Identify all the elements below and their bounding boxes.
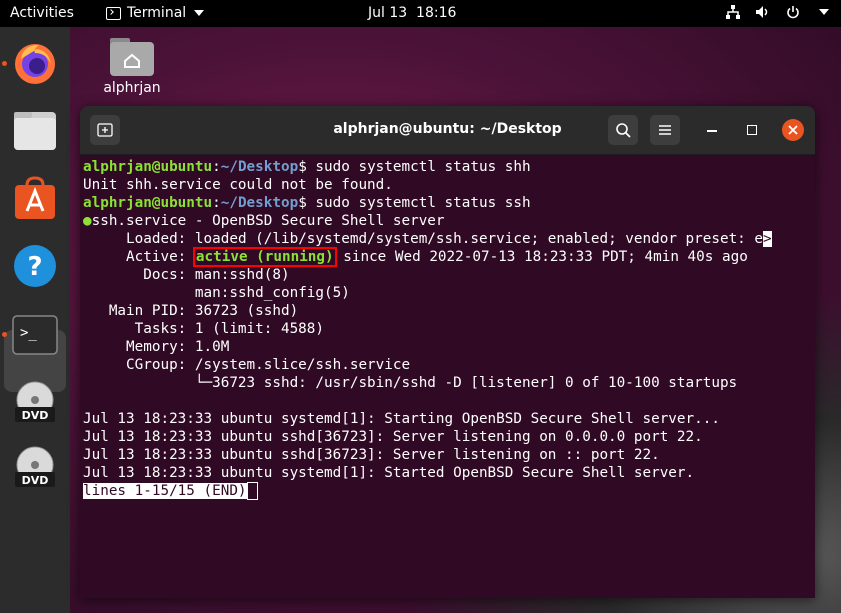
pager-status-line: lines 1-15/15 (END)	[83, 482, 805, 500]
active-line: Active: active (running) since Wed 2022-…	[83, 247, 805, 267]
service-header-line: ●ssh.service - OpenBSD Secure Shell serv…	[83, 212, 805, 230]
main-pid-line: Main PID: 36723 (sshd)	[83, 303, 299, 319]
loaded-label: Loaded:	[83, 231, 195, 247]
log-line: Jul 13 18:23:33 ubuntu systemd[1]: Start…	[83, 411, 720, 427]
menu-button[interactable]	[650, 115, 680, 145]
power-icon[interactable]	[785, 4, 801, 20]
home-folder-icon[interactable]	[104, 36, 160, 82]
prompt-user: alphrjan@ubuntu	[83, 195, 213, 211]
prompt-sep: :	[212, 195, 221, 211]
cgroup-child-line: └─36723 sshd: /usr/sbin/sshd -D [listene…	[83, 375, 738, 391]
status-dot-icon: ●	[83, 213, 92, 229]
overflow-marker: >	[763, 231, 772, 247]
prompt-dollar: $	[298, 195, 307, 211]
prompt-path: ~/Desktop	[220, 195, 299, 211]
system-tray[interactable]	[725, 4, 831, 20]
software-icon[interactable]	[9, 172, 61, 224]
maximize-button[interactable]	[747, 125, 757, 135]
clock[interactable]: Jul 13 18:16	[368, 5, 456, 21]
docs-label: Docs:	[83, 267, 195, 283]
minimize-button[interactable]	[707, 130, 717, 132]
svg-text:DVD: DVD	[22, 409, 49, 422]
running-indicator	[2, 61, 7, 66]
dvd-icon[interactable]: DVD	[9, 442, 61, 494]
command-text: sudo systemctl status ssh	[306, 195, 531, 211]
service-title: ssh.service - OpenBSD Secure Shell serve…	[91, 213, 445, 229]
volume-icon[interactable]	[755, 4, 771, 20]
pager-status: lines 1-15/15 (END)	[83, 483, 247, 499]
prompt-user: alphrjan@ubuntu	[83, 159, 213, 175]
files-icon[interactable]	[9, 104, 61, 156]
window-header[interactable]: alphrjan@ubuntu: ~/Desktop	[80, 106, 815, 155]
active-label: Active:	[83, 249, 195, 265]
log-line: Jul 13 18:23:33 ubuntu systemd[1]: Start…	[83, 465, 695, 481]
prompt-path: ~/Desktop	[220, 159, 299, 175]
svg-text:>_: >_	[20, 325, 37, 341]
active-status-highlight: active (running)	[192, 247, 337, 267]
window-title: alphrjan@ubuntu: ~/Desktop	[333, 121, 562, 137]
terminal-output[interactable]: alphrjan@ubuntu:~/Desktop$ sudo systemct…	[83, 158, 805, 598]
log-line: Jul 13 18:23:33 ubuntu sshd[36723]: Serv…	[83, 429, 703, 445]
terminal-icon	[106, 6, 121, 20]
app-menu-label: Terminal	[127, 5, 187, 21]
loaded-line: Loaded: loaded (/lib/systemd/system/ssh.…	[83, 230, 805, 248]
log-line: Jul 13 18:23:33 ubuntu sshd[36723]: Serv…	[83, 447, 660, 463]
docs-value: man:sshd(8)	[194, 267, 290, 283]
home-folder-label[interactable]: alphrjan	[98, 80, 166, 96]
cgroup-line: CGroup: /system.slice/ssh.service	[83, 357, 411, 373]
search-button[interactable]	[608, 115, 638, 145]
terminal-icon[interactable]: >_	[9, 309, 61, 361]
svg-text:DVD: DVD	[22, 474, 49, 487]
running-indicator	[2, 332, 7, 337]
app-menu[interactable]: Terminal	[106, 5, 205, 21]
help-icon[interactable]: ?	[9, 240, 61, 292]
top-bar: Activities Terminal Jul 13 18:16	[0, 0, 841, 27]
prompt-dollar: $	[298, 159, 307, 175]
command-text: sudo systemctl status shh	[306, 159, 531, 175]
prompt-line: alphrjan@ubuntu:~/Desktop$ sudo systemct…	[83, 158, 805, 176]
prompt-line: alphrjan@ubuntu:~/Desktop$ sudo systemct…	[83, 194, 805, 212]
docs-value: man:sshd_config(5)	[194, 285, 350, 301]
docs-line: man:sshd_config(5)	[83, 284, 805, 302]
output-line: Unit shh.service could not be found.	[83, 177, 393, 193]
loaded-value: loaded (/lib/systemd/system/ssh.service;…	[194, 231, 763, 247]
cursor	[246, 482, 258, 500]
tasks-line: Tasks: 1 (limit: 4588)	[83, 321, 325, 337]
firefox-icon[interactable]	[9, 37, 61, 89]
network-icon[interactable]	[725, 4, 741, 20]
terminal-window[interactable]: alphrjan@ubuntu: ~/Desktop alphrjan@ubun…	[80, 106, 815, 598]
prompt-sep: :	[212, 159, 221, 175]
dvd-icon[interactable]: DVD	[9, 377, 61, 429]
activities-button[interactable]: Activities	[10, 5, 74, 21]
close-button[interactable]	[782, 119, 804, 141]
chevron-down-icon	[194, 10, 205, 16]
svg-text:?: ?	[27, 252, 42, 282]
memory-line: Memory: 1.0M	[83, 339, 230, 355]
docs-line: Docs: man:sshd(8)	[83, 266, 805, 284]
active-since: since Wed 2022-07-13 18:23:33 PDT; 4min …	[334, 249, 748, 265]
chevron-down-icon[interactable]	[815, 4, 831, 20]
dock: ? >_ DVD DVD	[0, 27, 70, 613]
